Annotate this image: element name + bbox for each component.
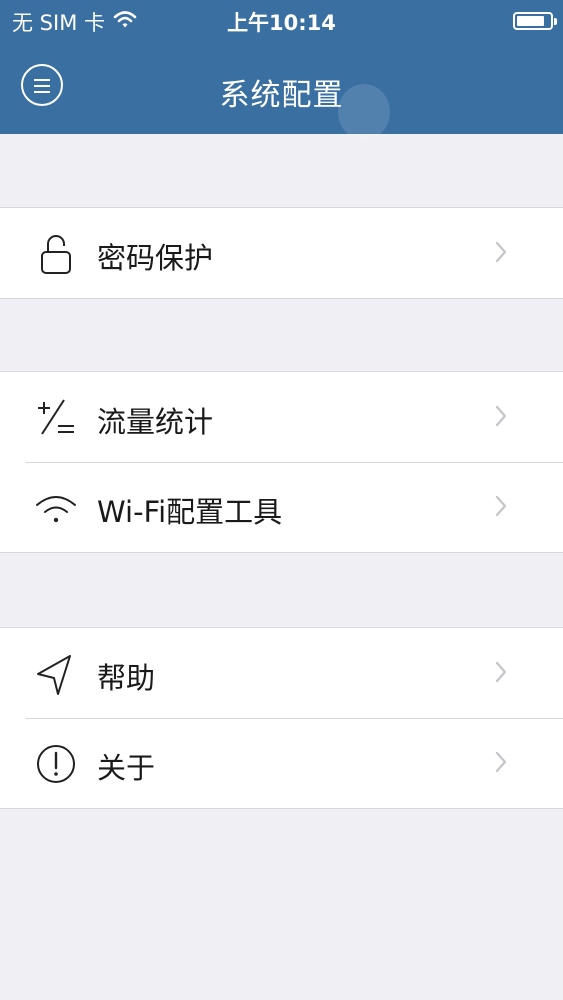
status-bar: 无 SIM 卡 上午10:14 xyxy=(0,0,563,44)
chevron-right-icon xyxy=(495,495,507,517)
chevron-right-icon xyxy=(495,661,507,683)
battery-level xyxy=(517,16,544,26)
chevron-right-icon xyxy=(495,751,507,773)
settings-row-wifi-config-tool[interactable]: Wi-Fi配置工具 xyxy=(0,462,563,552)
settings-group-network: 流量统计 Wi-Fi配置工具 xyxy=(0,371,563,553)
chevron-right-icon xyxy=(495,241,507,263)
settings-group-info: 帮助 关于 xyxy=(0,627,563,809)
settings-row-traffic-stats[interactable]: 流量统计 xyxy=(0,372,563,462)
row-label: 密码保护 xyxy=(97,241,214,275)
location-arrow-icon xyxy=(34,652,78,696)
settings-row-password-protection[interactable]: 密码保护 xyxy=(0,208,563,298)
row-label: 关于 xyxy=(97,751,156,785)
row-label: Wi-Fi配置工具 xyxy=(97,495,283,529)
app-header: 无 SIM 卡 上午10:14 系统配置 xyxy=(0,0,563,140)
row-label: 流量统计 xyxy=(97,405,214,439)
settings-row-help[interactable]: 帮助 xyxy=(0,628,563,718)
chevron-right-icon xyxy=(495,405,507,427)
wifi-icon xyxy=(34,486,78,530)
nav-bar: 系统配置 xyxy=(0,44,563,140)
battery-tip xyxy=(554,18,557,25)
lock-icon xyxy=(34,232,78,276)
status-time: 上午10:14 xyxy=(227,11,336,35)
row-label: 帮助 xyxy=(97,661,156,695)
settings-row-about[interactable]: 关于 xyxy=(0,718,563,808)
info-exclamation-icon xyxy=(34,742,78,786)
page-title: 系统配置 xyxy=(219,78,344,113)
plus-minus-icon xyxy=(34,396,78,440)
battery-icon xyxy=(513,12,557,30)
settings-group-security: 密码保护 xyxy=(0,207,563,299)
